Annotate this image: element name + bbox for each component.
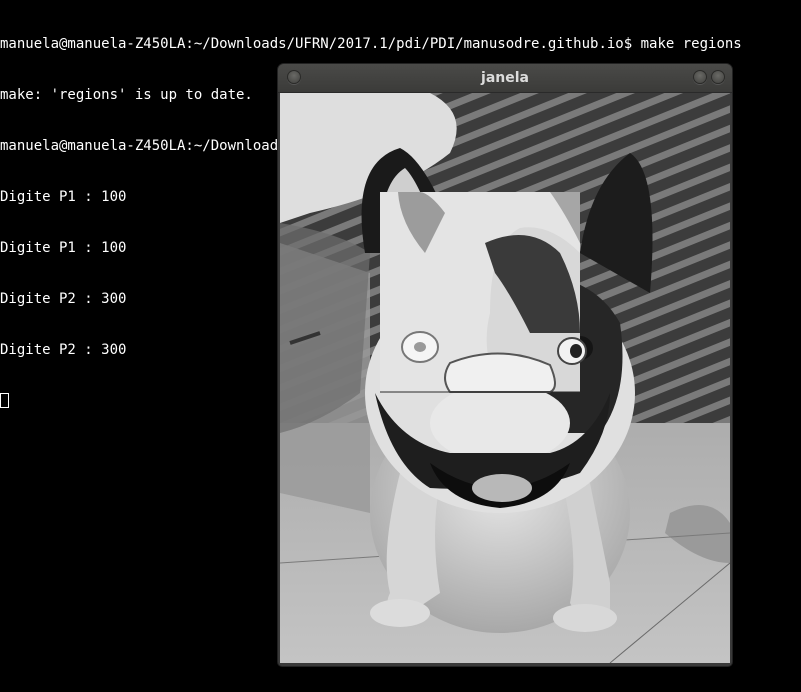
dog-muzzle <box>430 383 570 463</box>
dog-tongue <box>472 474 532 502</box>
text-cursor <box>0 393 9 408</box>
terminal-line: manuela@manuela-Z450LA:~/Downloads/UFRN/… <box>0 36 742 52</box>
negative-pupil-left <box>414 342 426 352</box>
window-titlebar[interactable]: janela <box>278 64 732 93</box>
window-title: janela <box>481 70 529 86</box>
dog-paw-right <box>553 604 617 632</box>
image-window[interactable]: janela <box>278 64 732 666</box>
image-canvas[interactable] <box>280 93 730 663</box>
negative-pupil-right <box>570 344 582 358</box>
minimize-window-button[interactable] <box>693 70 707 84</box>
maximize-window-button[interactable] <box>711 70 725 84</box>
dog-paw-left <box>370 599 430 627</box>
dog-photo <box>280 93 730 663</box>
